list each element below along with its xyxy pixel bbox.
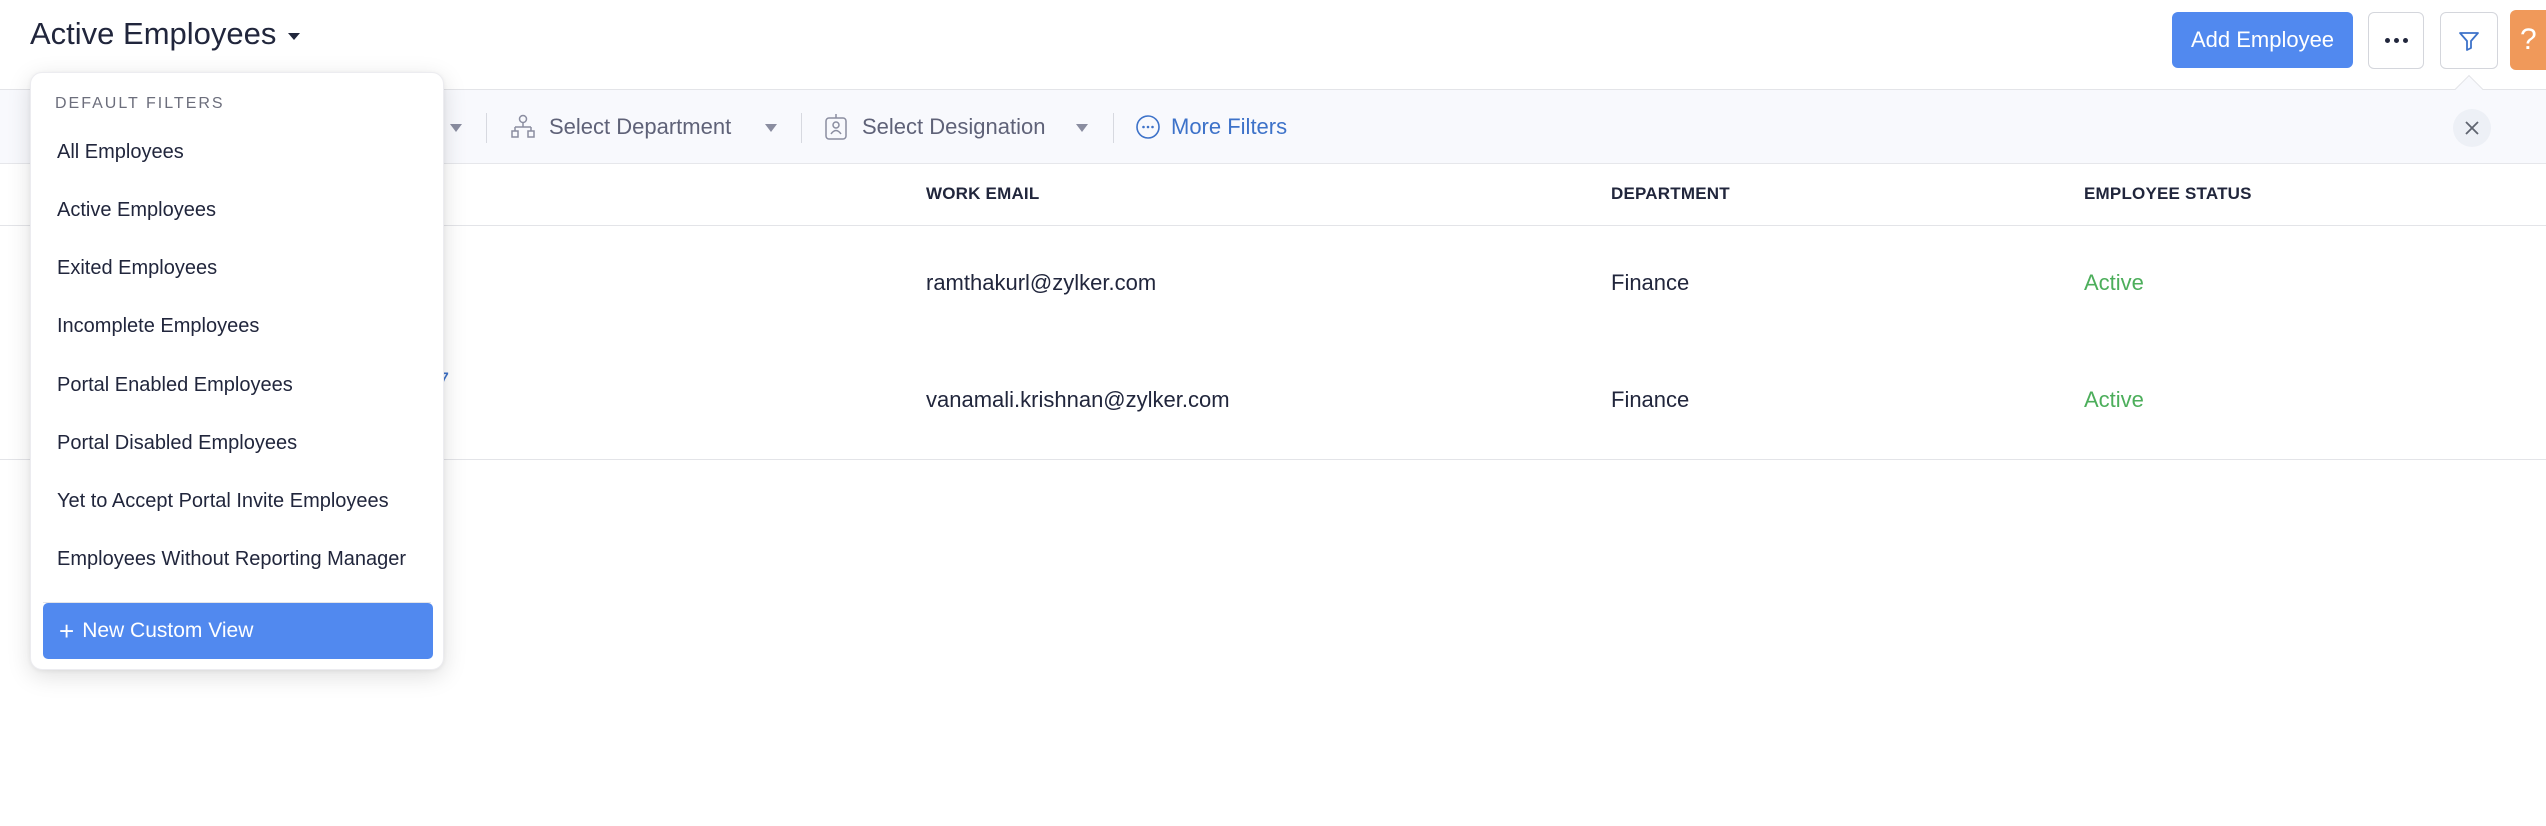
department-cell: Finance <box>1611 270 1690 295</box>
designation-select[interactable]: Select Designation <box>862 114 1045 140</box>
help-button[interactable]: ? <box>2510 10 2546 70</box>
page-title: Active Employees <box>30 16 277 51</box>
dropdown-item-portal-disabled[interactable]: Portal Disabled Employees <box>31 415 443 471</box>
department-filter[interactable]: Select Department <box>510 90 731 164</box>
filter-separator <box>1113 113 1114 143</box>
first-filter-caret-icon[interactable] <box>450 124 462 132</box>
view-selector[interactable]: Active Employees <box>30 16 301 52</box>
plus-icon: + <box>59 616 75 646</box>
new-custom-view-label: New Custom View <box>82 619 254 642</box>
filter-toggle-button[interactable] <box>2440 12 2498 69</box>
view-dropdown-menu: DEFAULT FILTERS All Employees Active Emp… <box>30 72 444 670</box>
more-horizontal-icon <box>2384 38 2408 43</box>
column-header-work-email[interactable]: WORK EMAIL <box>926 184 1039 204</box>
close-icon <box>2465 121 2479 135</box>
new-custom-view-button[interactable]: + New Custom View <box>43 603 433 659</box>
dropdown-item-all-employees[interactable]: All Employees <box>31 124 443 180</box>
column-header-employee-status[interactable]: EMPLOYEE STATUS <box>2084 184 2252 204</box>
org-chart-icon <box>511 114 535 138</box>
caret-down-icon <box>288 32 301 40</box>
close-filter-bar-button[interactable] <box>2453 109 2491 147</box>
dropdown-item-without-reporting-manager[interactable]: Employees Without Reporting Manager <box>31 531 443 587</box>
dropdown-item-yet-to-accept-invite[interactable]: Yet to Accept Portal Invite Employees <box>31 473 443 529</box>
designation-filter[interactable]: Select Designation <box>824 90 1045 164</box>
work-email-cell: vanamali.krishnan@zylker.com <box>926 387 1230 412</box>
filter-separator <box>801 113 802 143</box>
more-filters-label: More Filters <box>1171 114 1288 139</box>
status-cell: Active <box>2084 270 2144 295</box>
id-badge-icon <box>825 114 847 140</box>
dropdown-item-incomplete-employees[interactable]: Incomplete Employees <box>31 298 443 354</box>
more-filters-button[interactable]: More Filters <box>1135 90 1287 164</box>
funnel-icon <box>2459 31 2479 51</box>
add-employee-button[interactable]: Add Employee <box>2172 12 2353 68</box>
more-circle-icon <box>1136 115 1160 139</box>
more-options-button[interactable] <box>2368 12 2424 69</box>
dropdown-section-heading: DEFAULT FILTERS <box>55 95 225 112</box>
status-cell: Active <box>2084 387 2144 412</box>
department-cell: Finance <box>1611 387 1690 412</box>
dropdown-item-active-employees[interactable]: Active Employees <box>31 182 443 238</box>
dropdown-item-exited-employees[interactable]: Exited Employees <box>31 240 443 296</box>
designation-caret-icon[interactable] <box>1076 124 1088 132</box>
dropdown-item-portal-enabled[interactable]: Portal Enabled Employees <box>31 357 443 413</box>
department-select[interactable]: Select Department <box>549 114 731 140</box>
work-email-cell: ramthakurl@zylker.com <box>926 270 1157 295</box>
department-caret-icon[interactable] <box>765 124 777 132</box>
column-header-department[interactable]: DEPARTMENT <box>1611 184 1730 204</box>
filter-separator <box>486 113 487 143</box>
